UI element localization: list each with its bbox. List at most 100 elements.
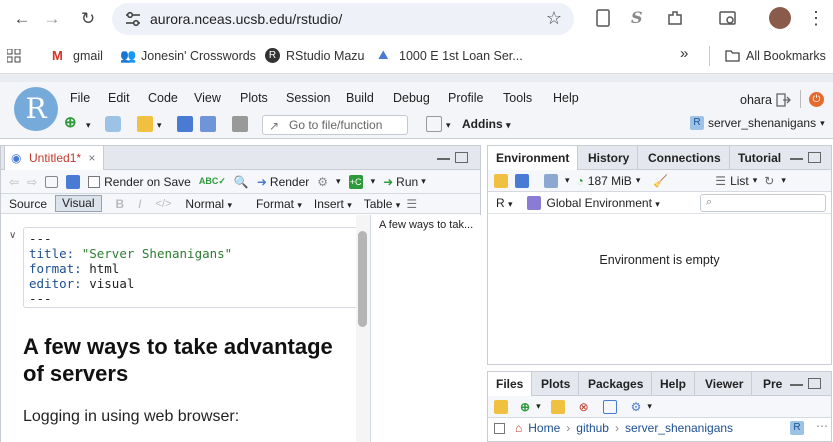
- dropdown-icon[interactable]: ▾: [536, 401, 541, 412]
- tab-tutorial[interactable]: Tutorial: [730, 146, 789, 170]
- addins-menu[interactable]: Addins ▾: [462, 117, 511, 131]
- dropdown-icon[interactable]: ▾: [647, 401, 652, 412]
- scope-select[interactable]: Global Environment ▾: [547, 196, 660, 210]
- bold-icon[interactable]: B: [116, 197, 125, 211]
- new-file-icon[interactable]: ⊕: [64, 115, 80, 132]
- sign-out-icon[interactable]: [775, 92, 791, 108]
- save-icon[interactable]: [66, 174, 81, 189]
- dropdown-icon[interactable]: ▾: [781, 175, 786, 186]
- environment-search-input[interactable]: ⌕: [700, 194, 826, 212]
- maximize-pane-icon[interactable]: [455, 152, 468, 163]
- visual-mode-button[interactable]: Visual: [55, 195, 102, 212]
- save-workspace-icon[interactable]: [515, 173, 529, 188]
- project-menu[interactable]: R server_shenanigans ▾: [690, 116, 825, 130]
- delete-icon[interactable]: ⊗: [579, 400, 589, 414]
- maximize-pane-icon[interactable]: [808, 152, 821, 163]
- insert-menu[interactable]: Insert ▾: [314, 197, 352, 211]
- tab-viewer[interactable]: Viewer: [697, 372, 753, 396]
- bookmark-loan[interactable]: ⛰ 1000 E 1st Loan Ser...: [378, 48, 523, 63]
- menu-profile[interactable]: Profile: [448, 91, 483, 105]
- profile-avatar[interactable]: [769, 7, 791, 29]
- load-workspace-icon[interactable]: [494, 173, 508, 188]
- rename-icon[interactable]: [602, 399, 617, 414]
- insert-chunk-icon[interactable]: +C: [348, 174, 363, 189]
- dropdown-icon[interactable]: ▾: [157, 120, 173, 136]
- save-icon[interactable]: [177, 116, 193, 132]
- dropdown-icon[interactable]: ▾: [336, 176, 341, 187]
- home-icon[interactable]: ⌂: [515, 421, 522, 435]
- view-mode-select[interactable]: ☰ List ▾: [715, 174, 757, 188]
- breadcrumb-github[interactable]: github: [576, 421, 609, 435]
- tab-search-icon[interactable]: [718, 8, 738, 28]
- menu-debug[interactable]: Debug: [393, 91, 430, 105]
- minimize-pane-icon[interactable]: [790, 378, 803, 386]
- chrome-menu-icon[interactable]: ⋮: [806, 8, 826, 28]
- editor-scrollbar[interactable]: [356, 215, 370, 442]
- minimize-pane-icon[interactable]: [790, 152, 803, 160]
- site-info-icon[interactable]: [124, 11, 142, 27]
- gear-icon[interactable]: ⚙: [317, 175, 328, 189]
- bookmark-crosswords[interactable]: 👥 Jonesin' Crosswords: [120, 48, 256, 63]
- refresh-icon[interactable]: ↻: [764, 174, 774, 188]
- spellcheck-icon[interactable]: ABC✓: [199, 176, 226, 187]
- new-project-icon[interactable]: [105, 116, 121, 132]
- bookmark-rstudio-mazu[interactable]: R RStudio Mazu: [265, 48, 365, 63]
- grid-layout-icon[interactable]: [426, 116, 442, 132]
- select-all-checkbox[interactable]: [494, 422, 505, 434]
- import-dataset-icon[interactable]: [544, 173, 558, 188]
- open-file-icon[interactable]: [137, 116, 153, 132]
- menu-edit[interactable]: Edit: [108, 91, 130, 105]
- tab-help[interactable]: Help: [652, 372, 696, 396]
- dropdown-icon[interactable]: ▾: [565, 175, 570, 186]
- close-tab-icon[interactable]: ×: [88, 151, 95, 165]
- reload-icon[interactable]: ↻: [78, 9, 98, 29]
- bookmark-gmail[interactable]: M gmail: [52, 48, 103, 63]
- goto-file-input[interactable]: ↗ Go to file/function: [262, 115, 408, 135]
- bookmarks-overflow[interactable]: »: [680, 45, 688, 62]
- find-icon[interactable]: 🔍: [234, 175, 249, 189]
- power-icon[interactable]: ⏻: [809, 92, 824, 107]
- yaml-header-block[interactable]: --- title: "Server Shenanigans" format: …: [23, 227, 362, 308]
- menu-view[interactable]: View: [194, 91, 221, 105]
- menu-build[interactable]: Build: [346, 91, 374, 105]
- run-button[interactable]: ➜ Run ▾: [383, 175, 426, 189]
- show-in-window-icon[interactable]: [45, 175, 59, 188]
- code-icon[interactable]: </>: [156, 198, 172, 210]
- upload-icon[interactable]: [550, 399, 565, 414]
- address-bar[interactable]: aurora.nceas.ucsb.edu/rstudio/ ☆: [112, 3, 574, 35]
- dropdown-icon[interactable]: ▾: [371, 176, 376, 187]
- back-nav-icon[interactable]: ⇦: [9, 175, 19, 189]
- tab-connections[interactable]: Connections: [640, 146, 730, 170]
- menu-help[interactable]: Help: [553, 91, 579, 105]
- project-icon[interactable]: R: [790, 421, 804, 435]
- forward-icon[interactable]: →: [42, 9, 62, 29]
- apps-grid-icon[interactable]: [7, 49, 21, 63]
- forward-nav-icon[interactable]: ⇨: [27, 175, 37, 189]
- all-bookmarks[interactable]: All Bookmarks: [725, 48, 826, 63]
- tab-files[interactable]: Files: [488, 372, 533, 397]
- s-extension-icon[interactable]: S: [631, 8, 651, 28]
- menu-file[interactable]: File: [70, 91, 90, 105]
- tab-untitled1[interactable]: ◉ Untitled1* ×: [4, 146, 105, 171]
- new-blank-file-icon[interactable]: ⊕: [520, 400, 530, 414]
- dropdown-icon[interactable]: ▾: [86, 120, 102, 136]
- collapse-yaml-icon[interactable]: ∨: [9, 230, 16, 241]
- outline-toggle-icon[interactable]: ☰: [406, 197, 417, 211]
- visual-editor-document[interactable]: ∨ --- title: "Server Shenanigans" format…: [1, 215, 369, 442]
- breadcrumb-home[interactable]: Home: [528, 421, 560, 435]
- extensions-icon[interactable]: [665, 8, 685, 28]
- memory-usage[interactable]: ◔ 187 MiB ▾: [577, 174, 641, 188]
- language-select[interactable]: R ▾: [496, 196, 513, 210]
- table-menu[interactable]: Table ▾: [364, 197, 401, 211]
- bookmark-star-icon[interactable]: ☆: [546, 8, 562, 29]
- document-icon[interactable]: [593, 8, 613, 28]
- new-folder-icon[interactable]: [494, 399, 508, 414]
- maximize-pane-icon[interactable]: [808, 378, 821, 389]
- back-icon[interactable]: ←: [12, 9, 32, 29]
- italic-icon[interactable]: I: [138, 197, 141, 211]
- breadcrumb-project[interactable]: server_shenanigans: [625, 421, 733, 435]
- print-icon[interactable]: [232, 116, 248, 132]
- source-mode-button[interactable]: Source: [1, 197, 55, 211]
- format-menu[interactable]: Format ▾: [256, 197, 302, 211]
- save-all-icon[interactable]: [200, 116, 216, 132]
